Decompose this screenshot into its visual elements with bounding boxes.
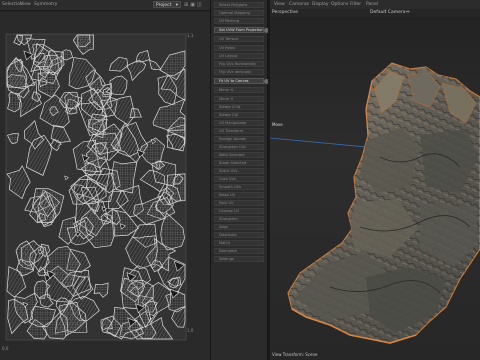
uv-toolbar-icons[interactable]: ⊞▣◫ (184, 2, 204, 8)
tool-button-7[interactable]: Flip UVs Horizontally (214, 61, 264, 67)
vp-menu-filter[interactable]: Filter (350, 2, 361, 7)
tool-button-12[interactable]: Rotate CCW (214, 104, 264, 110)
vp-menu-display[interactable]: Display (312, 2, 329, 7)
tool-button-19[interactable]: Break Selected (214, 160, 264, 166)
chevron-down-icon: ▾ (175, 3, 178, 8)
vp-menu-cameras[interactable]: Cameras (289, 2, 309, 7)
axis-label: Move (272, 122, 283, 127)
tool-button-13[interactable]: Rotate CW (214, 112, 264, 118)
tool-button-22[interactable]: Smooth UVs (214, 184, 264, 190)
tool-button-0[interactable]: Select Polygons (214, 2, 264, 8)
uv-island[interactable] (99, 97, 118, 118)
uv-mode-value: Project (156, 3, 172, 8)
view-name: Perspective (272, 10, 299, 15)
camera-name[interactable]: Default Camera (370, 10, 406, 15)
camera-link-icon[interactable]: ⇔ (406, 10, 410, 15)
vp-menu-panel[interactable]: Panel (366, 2, 378, 7)
tool-button-17[interactable]: Straighten UVs (214, 144, 264, 150)
tool-button-29[interactable]: Match (214, 240, 264, 246)
tool-button-24[interactable]: Pack UV (214, 200, 264, 206)
tool-button-21[interactable]: Grab UVs (214, 176, 264, 182)
viewport-footer: View Transform: Scene (272, 352, 318, 357)
uv-canvas[interactable]: 1,1 1,0 0,0 (0, 12, 210, 360)
rock-model[interactable]: Move (270, 17, 480, 360)
3d-viewport[interactable]: View Cameras Display Options Filter Pane… (270, 0, 480, 360)
tool-button-18[interactable]: Weld Selected (214, 152, 264, 158)
tool-button-3[interactable]: Set UVW From Projection (214, 27, 264, 33)
tool-button-28[interactable]: Distribute (214, 232, 264, 238)
tool-button-2[interactable]: UV Packing (214, 18, 264, 24)
tool-button-26[interactable]: Straighten (214, 216, 264, 222)
tool-button-30[interactable]: Normalize (214, 248, 264, 254)
tool-button-14[interactable]: UV Manipulator (214, 120, 264, 126)
tool-button-20[interactable]: Stitch UVs (214, 168, 264, 174)
tool-button-10[interactable]: Mirror U (214, 87, 264, 93)
tool-button-1[interactable]: Optimal Mapping (214, 10, 264, 16)
rock-mesh (287, 62, 480, 344)
vp-menu-options[interactable]: Options (331, 2, 348, 7)
viewport-header: Perspective Default Camera ⇔ (270, 9, 480, 17)
tool-button-4[interactable]: UV Terrace (214, 36, 264, 42)
uv-islands-wireframe (5, 33, 187, 341)
tool-button-8[interactable]: Flip UVs Vertically (214, 69, 264, 75)
vp-menu-view[interactable]: View (274, 2, 285, 7)
tool-button-9[interactable]: Fit UV to Canvas (214, 78, 264, 84)
tool-button-31[interactable]: Settings (214, 256, 264, 262)
tool-button-5[interactable]: UV Relax (214, 45, 264, 51)
tool-button-23[interactable]: Relax UV (214, 192, 264, 198)
tool-button-16[interactable]: Realign Islands (214, 136, 264, 142)
tool-button-15[interactable]: UV Transform (214, 128, 264, 134)
uv-editor-panel: Selection View Symmetry Project ▾ ⊞▣◫ 1,… (0, 0, 210, 360)
tool-button-25[interactable]: Unwrap UV (214, 208, 264, 214)
tool-button-6[interactable]: UV Layout (214, 53, 264, 59)
menu-view[interactable]: View (20, 2, 31, 7)
tool-button-27[interactable]: Align (214, 224, 264, 230)
tool-button-11[interactable]: Mirror V (214, 96, 264, 102)
uv-menubar: Selection View Symmetry Project ▾ ⊞▣◫ (0, 0, 210, 11)
menu-symmetry[interactable]: Symmetry (34, 2, 57, 7)
uv-mode-dropdown[interactable]: Project ▾ (153, 1, 181, 8)
